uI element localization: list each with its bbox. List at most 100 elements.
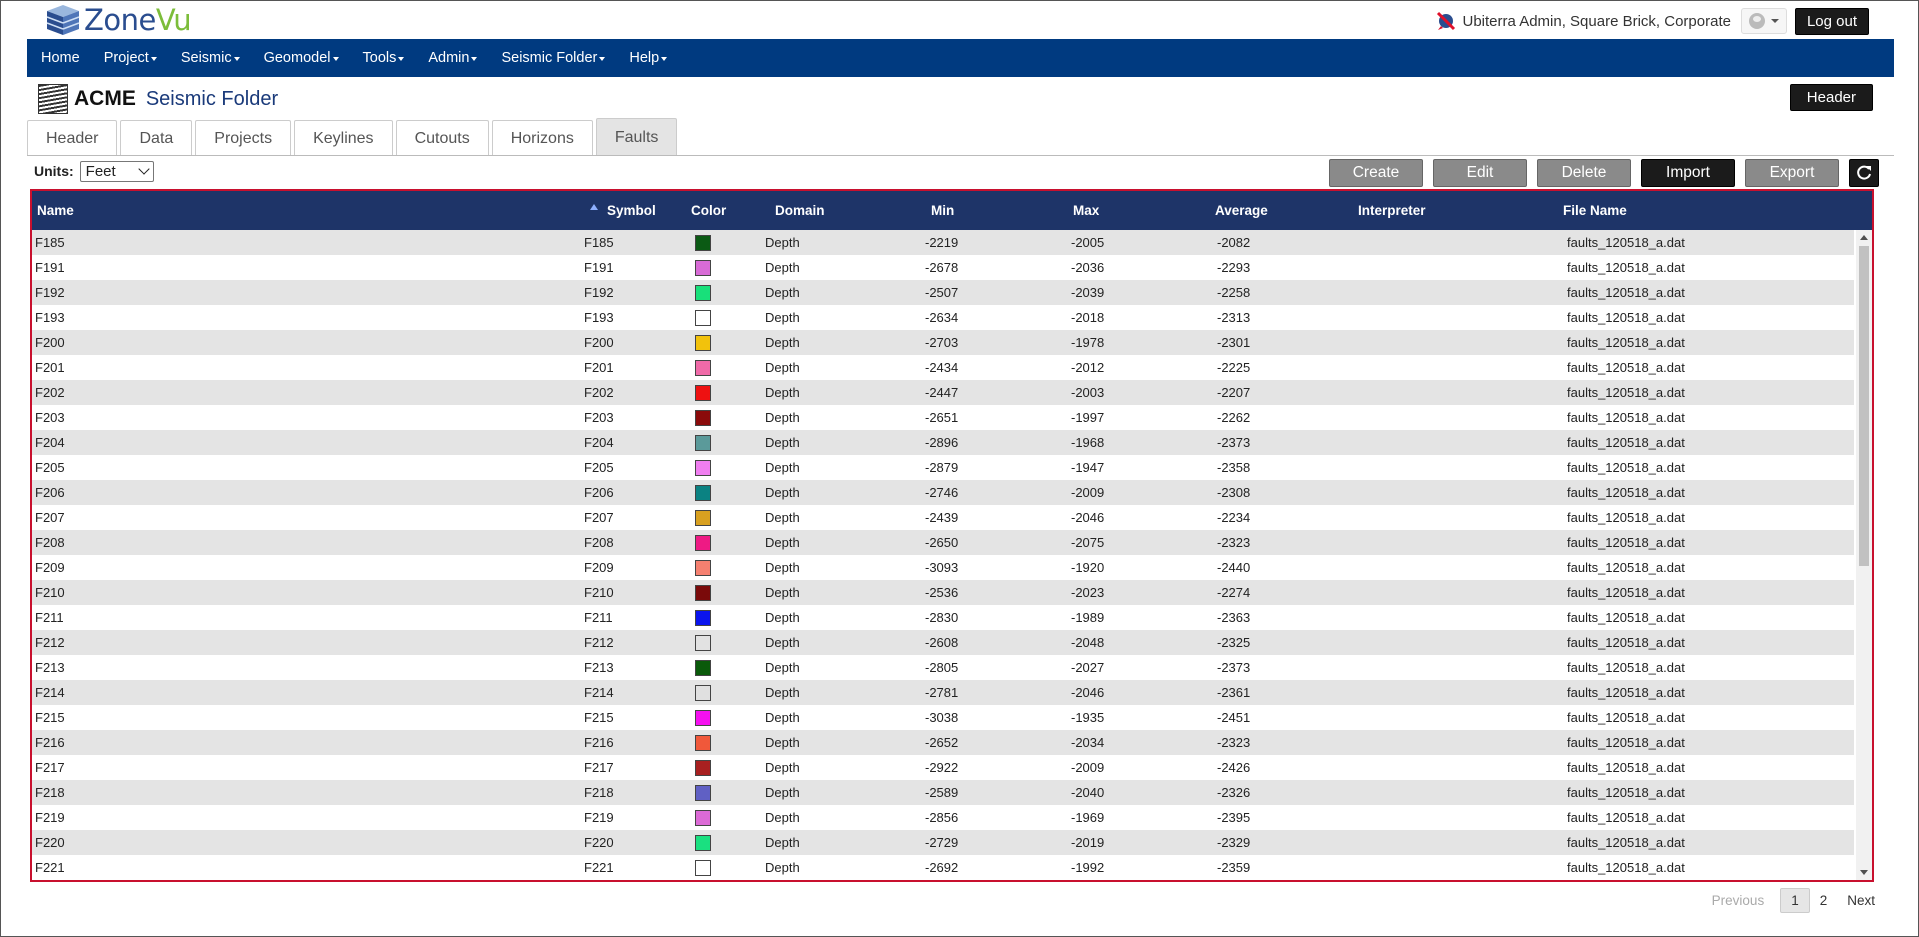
- cell-file-name: faults_120518_a.dat: [1567, 310, 1685, 325]
- cell-symbol: F191: [584, 260, 614, 275]
- cell-file-name: faults_120518_a.dat: [1567, 710, 1685, 725]
- table-row[interactable]: F210 F210 Depth -2536 -2023 -2274 faults_12051…: [32, 580, 1854, 605]
- scroll-down-icon[interactable]: [1860, 870, 1868, 875]
- nav-seismic[interactable]: Seismic: [167, 39, 250, 77]
- cell-file-name: faults_120518_a.dat: [1567, 485, 1685, 500]
- table-row[interactable]: F219 F219 Depth -2856 -1969 -2395 faults_12051…: [32, 805, 1854, 830]
- cell-max: -1969: [1071, 810, 1105, 825]
- table-row[interactable]: F193 F193 Depth -2634 -2018 -2313 faults_12051…: [32, 305, 1854, 330]
- tab-horizons[interactable]: Horizons: [491, 120, 593, 156]
- column-header-max[interactable]: Max: [1073, 191, 1099, 230]
- table-row[interactable]: F185 F185 Depth -2219 -2005 -2082 faults_12051…: [32, 230, 1854, 255]
- previous-page-button[interactable]: Previous: [1702, 889, 1775, 912]
- export-button[interactable]: Export: [1745, 159, 1839, 187]
- edit-button[interactable]: Edit: [1433, 159, 1527, 187]
- cell-domain: Depth: [765, 635, 800, 650]
- units-select[interactable]: Feet: [79, 160, 154, 182]
- table-row[interactable]: F204 F204 Depth -2896 -1968 -2373 faults_12051…: [32, 430, 1854, 455]
- color-swatch: [695, 585, 711, 601]
- table-row[interactable]: F208 F208 Depth -2650 -2075 -2323 faults_12051…: [32, 530, 1854, 555]
- cell-min: -2650: [925, 535, 959, 550]
- column-header-color[interactable]: Color: [691, 191, 726, 230]
- column-header-file-name[interactable]: File Name: [1563, 191, 1627, 230]
- table-row[interactable]: F213 F213 Depth -2805 -2027 -2373 faults_12051…: [32, 655, 1854, 680]
- page-2-button[interactable]: 2: [1810, 889, 1838, 912]
- cell-domain: Depth: [765, 385, 800, 400]
- nav-project[interactable]: Project: [90, 39, 167, 77]
- table-row[interactable]: F216 F216 Depth -2652 -2034 -2323 faults_12051…: [32, 730, 1854, 755]
- tab-data[interactable]: Data: [120, 120, 193, 156]
- header-button[interactable]: Header: [1789, 84, 1873, 111]
- user-menu-button[interactable]: [1740, 8, 1787, 34]
- table-row[interactable]: F192 F192 Depth -2507 -2039 -2258 faults_12051…: [32, 280, 1854, 305]
- scroll-up-icon[interactable]: [1860, 235, 1868, 240]
- cell-name: F209: [35, 560, 65, 575]
- import-button[interactable]: Import: [1641, 159, 1735, 187]
- next-page-button[interactable]: Next: [1837, 889, 1885, 912]
- tab-cutouts[interactable]: Cutouts: [395, 120, 489, 156]
- column-header-name[interactable]: Name: [37, 191, 74, 230]
- cell-name: F193: [35, 310, 65, 325]
- nav-help[interactable]: Help: [615, 39, 677, 77]
- cell-file-name: faults_120518_a.dat: [1567, 635, 1685, 650]
- table-row[interactable]: F215 F215 Depth -3038 -1935 -2451 faults_12051…: [32, 705, 1854, 730]
- cell-max: -1992: [1071, 860, 1105, 875]
- nav-geomodel[interactable]: Geomodel: [250, 39, 349, 77]
- table-row[interactable]: F191 F191 Depth -2678 -2036 -2293 faults_12051…: [32, 255, 1854, 280]
- column-header-interpreter[interactable]: Interpreter: [1358, 191, 1426, 230]
- column-header-symbol[interactable]: Symbol: [607, 191, 656, 230]
- table-row[interactable]: F211 F211 Depth -2830 -1989 -2363 faults_12051…: [32, 605, 1854, 630]
- create-button[interactable]: Create: [1329, 159, 1423, 187]
- table-row[interactable]: F214 F214 Depth -2781 -2046 -2361 faults_12051…: [32, 680, 1854, 705]
- table-row[interactable]: F221 F221 Depth -2692 -1992 -2359 faults_12051…: [32, 855, 1854, 880]
- table-scrollbar[interactable]: [1856, 230, 1872, 880]
- cell-file-name: faults_120518_a.dat: [1567, 785, 1685, 800]
- scroll-thumb[interactable]: [1859, 246, 1869, 566]
- column-header-average[interactable]: Average: [1215, 191, 1268, 230]
- nav-admin[interactable]: Admin: [414, 39, 487, 77]
- cell-domain: Depth: [765, 610, 800, 625]
- logout-button[interactable]: Log out: [1794, 7, 1869, 35]
- cell-max: -2009: [1071, 485, 1105, 500]
- seismic-folder-icon: [38, 84, 68, 114]
- table-row[interactable]: F209 F209 Depth -3093 -1920 -2440 faults_12051…: [32, 555, 1854, 580]
- table-row[interactable]: F212 F212 Depth -2608 -2048 -2325 faults_12051…: [32, 630, 1854, 655]
- nav-home[interactable]: Home: [27, 39, 90, 77]
- pagination: Previous 1 2 Next: [1702, 888, 1885, 913]
- table-row[interactable]: F200 F200 Depth -2703 -1978 -2301 faults_12051…: [32, 330, 1854, 355]
- cell-min: -2922: [925, 760, 959, 775]
- column-header-domain[interactable]: Domain: [775, 191, 825, 230]
- table-row[interactable]: F205 F205 Depth -2879 -1947 -2358 faults_12051…: [32, 455, 1854, 480]
- brand-logo[interactable]: ZoneVu: [44, 2, 192, 38]
- tab-keylines[interactable]: Keylines: [294, 120, 393, 156]
- color-swatch: [695, 660, 711, 676]
- cell-max: -2009: [1071, 760, 1105, 775]
- tab-faults[interactable]: Faults: [595, 118, 678, 156]
- table-row[interactable]: F220 F220 Depth -2729 -2019 -2329 faults_12051…: [32, 830, 1854, 855]
- table-row[interactable]: F202 F202 Depth -2447 -2003 -2207 faults_12051…: [32, 380, 1854, 405]
- cell-min: -2746: [925, 485, 959, 500]
- page-1-button[interactable]: 1: [1780, 888, 1810, 913]
- tab-header[interactable]: Header: [27, 120, 118, 156]
- cell-file-name: faults_120518_a.dat: [1567, 235, 1685, 250]
- table-row[interactable]: F207 F207 Depth -2439 -2046 -2234 faults_12051…: [32, 505, 1854, 530]
- tab-projects[interactable]: Projects: [195, 120, 292, 156]
- cell-average: -2361: [1217, 685, 1251, 700]
- cell-max: -2040: [1071, 785, 1105, 800]
- cell-domain: Depth: [765, 560, 800, 575]
- cell-name: F220: [35, 835, 65, 850]
- table-row[interactable]: F206 F206 Depth -2746 -2009 -2308 faults_12051…: [32, 480, 1854, 505]
- table-row[interactable]: F201 F201 Depth -2434 -2012 -2225 faults_12051…: [32, 355, 1854, 380]
- refresh-button[interactable]: [1849, 159, 1879, 187]
- cell-average: -2373: [1217, 435, 1251, 450]
- cell-domain: Depth: [765, 835, 800, 850]
- folder-name: Seismic Folder: [145, 87, 279, 110]
- nav-seismic-folder[interactable]: Seismic Folder: [487, 39, 615, 77]
- table-row[interactable]: F218 F218 Depth -2589 -2040 -2326 faults_12051…: [32, 780, 1854, 805]
- cell-average: -2234: [1217, 510, 1251, 525]
- column-header-min[interactable]: Min: [931, 191, 954, 230]
- nav-tools[interactable]: Tools: [349, 39, 415, 77]
- table-row[interactable]: F203 F203 Depth -2651 -1997 -2262 faults_12051…: [32, 405, 1854, 430]
- table-row[interactable]: F217 F217 Depth -2922 -2009 -2426 faults_12051…: [32, 755, 1854, 780]
- delete-button[interactable]: Delete: [1537, 159, 1631, 187]
